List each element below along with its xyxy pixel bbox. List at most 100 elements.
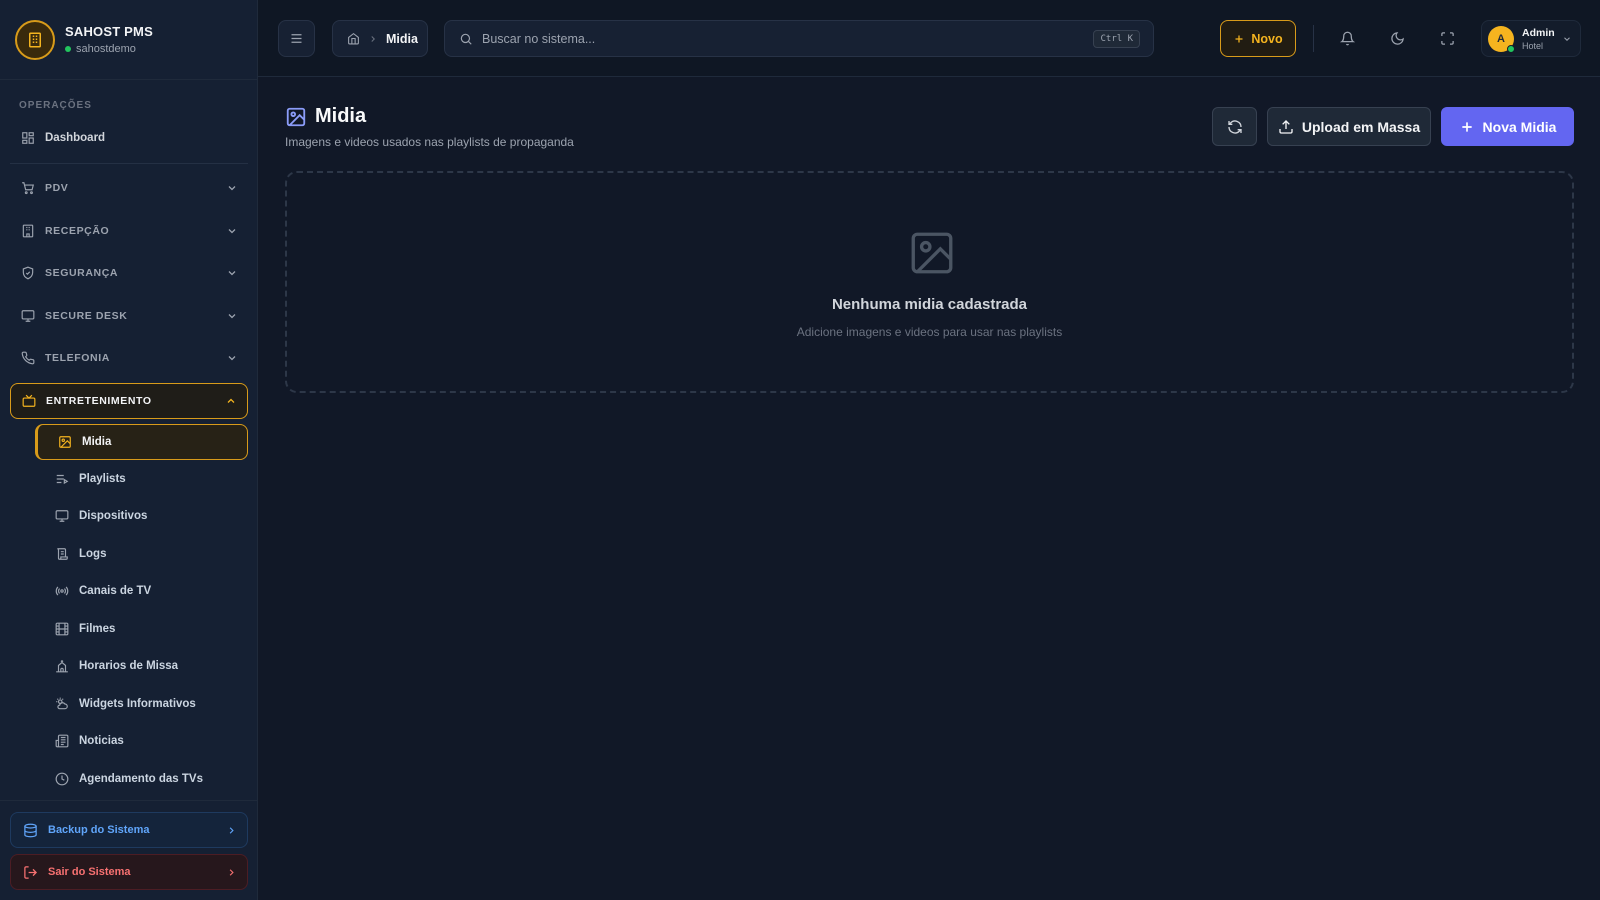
upload-icon — [1278, 119, 1294, 135]
breadcrumb: Midia — [332, 20, 428, 57]
search-shortcut: Ctrl K — [1093, 30, 1140, 48]
sidebar-item-secure-desk[interactable]: SECURE DESK — [10, 299, 248, 333]
chevron-down-icon — [226, 225, 238, 237]
sidebar-item-label: Midia — [82, 436, 112, 448]
image-icon — [285, 106, 307, 128]
chevron-right-icon — [226, 867, 237, 878]
sidebar-item-label: SEGURANÇA — [45, 267, 119, 279]
new-button[interactable]: Novo — [1220, 20, 1296, 57]
fullscreen-button[interactable] — [1437, 28, 1457, 48]
page-title: Midia — [285, 105, 366, 128]
divider — [1313, 25, 1314, 52]
page-subtitle: Imagens e videos usados nas playlists de… — [285, 135, 574, 149]
brand-name: SAHOST PMS — [65, 24, 153, 39]
image-placeholder-icon — [907, 228, 957, 278]
bulk-upload-label: Upload em Massa — [1301, 118, 1421, 135]
moon-icon — [1390, 31, 1405, 46]
backup-button[interactable]: Backup do Sistema — [10, 812, 248, 848]
sidebar-subitem-horarios-de-missa[interactable]: Horarios de Missa — [35, 648, 248, 684]
sidebar-subitem-agendamento-das-tvs[interactable]: Agendamento das TVs — [35, 761, 248, 797]
sidebar-item-dashboard[interactable]: Dashboard — [10, 121, 248, 155]
bell-icon — [1339, 31, 1355, 46]
shield-icon — [21, 266, 35, 280]
sidebar-subitem-filmes[interactable]: Filmes — [35, 611, 248, 647]
sidebar-item-telefonia[interactable]: TELEFONIA — [10, 341, 248, 375]
phone-icon — [21, 351, 35, 365]
online-status-icon — [65, 46, 71, 52]
new-button-label: Novo — [1251, 31, 1283, 46]
section-label-operacoes: OPERAÇÕES — [19, 100, 92, 111]
breadcrumb-current: Midia — [386, 31, 418, 46]
image-icon — [58, 435, 72, 449]
user-menu[interactable]: A Admin Hotel — [1481, 20, 1581, 57]
sidebar-item-recepcao[interactable]: RECEPÇÃO — [10, 214, 248, 248]
fullscreen-icon — [1440, 31, 1455, 46]
chevron-down-icon — [226, 310, 238, 322]
chevron-right-icon — [226, 825, 237, 836]
divider — [10, 163, 248, 164]
search-input[interactable] — [482, 31, 1082, 46]
tenant-name: sahostdemo — [76, 43, 136, 55]
sidebar-item-label: Agendamento das TVs — [79, 773, 203, 785]
page-title-text: Midia — [315, 105, 367, 127]
new-media-label: Nova Midia — [1482, 118, 1557, 135]
sidebar-item-label: ENTRETENIMENTO — [46, 395, 152, 407]
plus-icon — [1459, 119, 1475, 135]
empty-state-title: Nenhuma midia cadastrada — [831, 296, 1028, 313]
avatar: A — [1488, 25, 1515, 53]
home-icon[interactable] — [347, 32, 360, 45]
sidebar-item-pdv[interactable]: PDV — [10, 171, 248, 205]
sidebar-subitem-noticias[interactable]: Noticias — [35, 723, 248, 759]
film-icon — [55, 622, 69, 636]
sidebar-subitem-logs[interactable]: Logs — [35, 536, 248, 572]
logout-label: Sair do Sistema — [48, 866, 131, 878]
chevron-up-icon — [225, 395, 237, 407]
sidebar-subitem-playlists[interactable]: Playlists — [35, 461, 248, 497]
sidebar-item-seguranca[interactable]: SEGURANÇA — [10, 256, 248, 290]
new-media-button[interactable]: Nova Midia — [1441, 107, 1574, 146]
sidebar-subitem-midia[interactable]: Midia — [35, 424, 248, 460]
plus-icon — [1233, 33, 1245, 45]
sidebar-item-label: SECURE DESK — [45, 310, 128, 322]
logout-button[interactable]: Sair do Sistema — [10, 854, 248, 890]
notifications-button[interactable] — [1337, 28, 1357, 48]
radio-icon — [55, 584, 69, 598]
scroll-icon — [55, 547, 69, 561]
sidebar-item-entretenimento[interactable]: ENTRETENIMENTO — [10, 383, 248, 419]
sidebar-item-label: Canais de TV — [79, 585, 152, 597]
empty-state-subtitle: Adicione imagens e videos para usar nas … — [796, 325, 1063, 339]
sidebar-item-label: Filmes — [79, 623, 116, 635]
backup-label: Backup do Sistema — [48, 824, 150, 836]
search-icon — [459, 32, 473, 46]
sidebar-item-label: Widgets Informativos — [79, 698, 196, 710]
sidebar-item-label: Horarios de Missa — [79, 660, 179, 672]
newspaper-icon — [55, 734, 69, 748]
sidebar-item-label: RECEPÇÃO — [45, 225, 110, 237]
refresh-icon — [1227, 119, 1243, 135]
sidebar-subitem-dispositivos[interactable]: Dispositivos — [35, 498, 248, 534]
sidebar-item-label: TELEFONIA — [45, 352, 110, 364]
weather-icon — [55, 697, 69, 711]
chevron-down-icon — [226, 182, 238, 194]
refresh-button[interactable] — [1212, 107, 1257, 146]
bulk-upload-button[interactable]: Upload em Massa — [1267, 107, 1431, 146]
sidebar-item-label: Playlists — [79, 473, 126, 485]
playlist-icon — [55, 472, 69, 486]
cart-icon — [21, 181, 35, 195]
theme-toggle-button[interactable] — [1387, 28, 1407, 48]
clock-icon — [55, 772, 69, 786]
sidebar-subitem-widgets-informativos[interactable]: Widgets Informativos — [35, 686, 248, 722]
user-name: Admin — [1522, 26, 1555, 39]
sidebar-item-label: Dashboard — [45, 132, 106, 144]
online-status-icon — [1507, 44, 1515, 53]
avatar-initial: A — [1497, 32, 1505, 45]
divider — [0, 800, 258, 801]
sidebar-subitem-canais-de-tv[interactable]: Canais de TV — [35, 573, 248, 609]
search-bar[interactable]: Ctrl K — [444, 20, 1154, 57]
dashboard-icon — [21, 131, 35, 145]
monitor-icon — [55, 509, 69, 523]
monitor-icon — [21, 309, 35, 323]
menu-toggle-button[interactable] — [278, 20, 315, 57]
sidebar-item-label: Logs — [79, 548, 107, 560]
sidebar-item-label: Noticias — [79, 735, 124, 747]
